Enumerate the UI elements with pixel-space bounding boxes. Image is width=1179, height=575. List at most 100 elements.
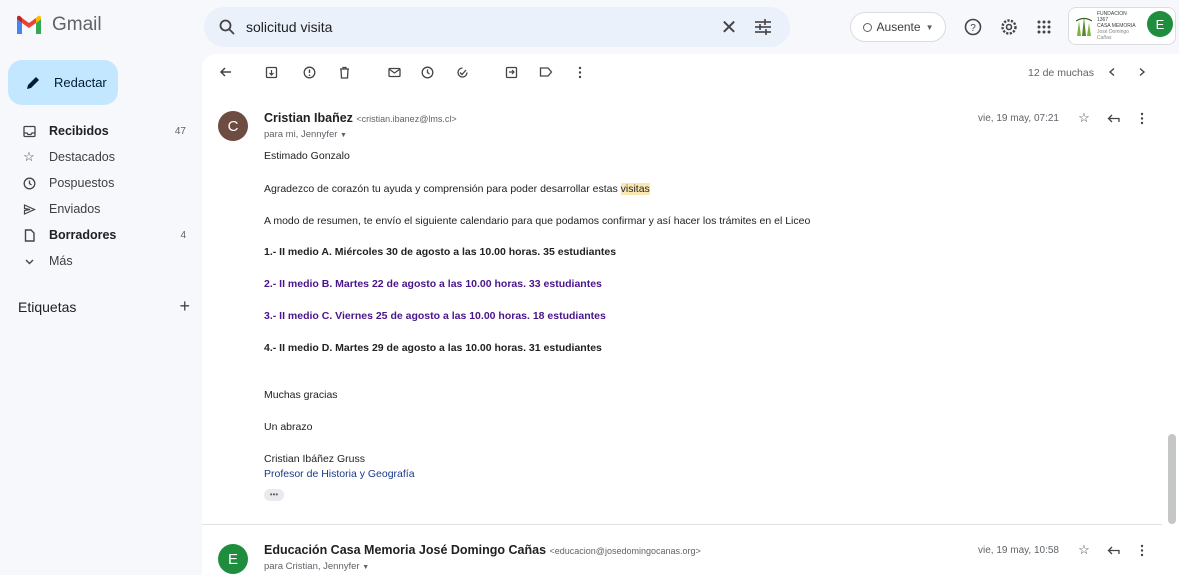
labels-section: Etiquetas + (18, 296, 190, 317)
draft-count: 4 (180, 229, 186, 241)
show-trimmed-content-button[interactable]: ••• (264, 489, 284, 501)
clear-search-icon[interactable]: ✕ (718, 16, 740, 39)
signature-title: Profesor de Historia y Geografía (264, 468, 415, 480)
sidebar-item-label: Enviados (49, 202, 101, 216)
sidebar-item-label: Destacados (49, 150, 116, 164)
more-vertical-icon[interactable] (1134, 110, 1150, 126)
recipients-text: para mi, Jennyfer (264, 129, 338, 140)
inbox-icon (22, 124, 36, 138)
star-icon[interactable]: ☆ (1076, 110, 1092, 126)
move-to-icon[interactable] (503, 64, 519, 80)
search-bar[interactable]: solicitud visita ✕ (204, 7, 790, 47)
pencil-icon (27, 76, 39, 89)
star-icon[interactable]: ☆ (1076, 542, 1092, 558)
send-icon (22, 202, 36, 216)
schedule-item-4: 4.- II medio D. Martes 29 de agosto a la… (264, 342, 602, 354)
draft-icon (22, 228, 36, 242)
caret-down-icon: ▼ (362, 564, 370, 571)
scrollbar-thumb[interactable] (1168, 434, 1176, 524)
message-counter: 12 de muchas (1028, 67, 1094, 79)
organization-logo (1075, 17, 1093, 36)
schedule-item-3: 3.- II medio C. Viernes 25 de agosto a l… (264, 310, 606, 322)
organization-name: FUNDACION 1367 CASA MEMORIA José Domingo… (1097, 11, 1137, 41)
caret-down-icon: ▼ (340, 132, 347, 139)
search-icon[interactable] (218, 18, 236, 36)
add-label-icon[interactable]: + (179, 296, 190, 317)
unread-count: 47 (174, 125, 186, 137)
reply-icon[interactable] (1105, 110, 1121, 126)
sidebar-item-label: Borradores (49, 228, 117, 242)
recipients-line[interactable]: para Cristian, Jennyfer ▼ (264, 561, 369, 572)
delete-icon[interactable] (336, 64, 352, 80)
compose-button[interactable]: Redactar (8, 60, 118, 105)
label-tag-icon[interactable] (538, 64, 554, 80)
sender-avatar[interactable]: C (218, 111, 248, 141)
sender-line: Educación Casa Memoria José Domingo Caña… (264, 543, 701, 557)
sidebar-item-more[interactable]: Más (0, 248, 196, 274)
greeting-text: Estimado Gonzalo (264, 150, 350, 162)
app-name: Gmail (52, 14, 102, 35)
search-options-icon[interactable] (752, 16, 774, 38)
sidebar-item-sent[interactable]: Enviados (0, 196, 196, 222)
recipients-text: para Cristian, Jennyfer (264, 561, 360, 572)
signature-name: Cristian Ibáñez Gruss (264, 453, 365, 465)
org-line-3: José Domingo Cañas (1097, 29, 1129, 41)
search-input[interactable]: solicitud visita (246, 19, 718, 35)
status-circle-icon (862, 22, 872, 32)
report-spam-icon[interactable] (301, 64, 317, 80)
closing-text: Un abrazo (264, 421, 313, 433)
star-icon: ☆ (23, 149, 35, 164)
sidebar-item-inbox[interactable]: Recibidos 47 (0, 118, 196, 144)
apps-grid-icon[interactable] (1033, 16, 1055, 38)
settings-gear-icon[interactable] (998, 16, 1020, 38)
sender-email: <cristian.ibanez@lms.cl> (356, 114, 457, 124)
account-avatar[interactable]: E (1147, 11, 1173, 37)
message-toolbar: 12 de muchas (202, 54, 1179, 92)
sidebar-item-starred[interactable]: ☆ Destacados (0, 144, 196, 170)
back-arrow-icon[interactable] (218, 64, 234, 80)
sidebar-item-snoozed[interactable]: Pospuestos (0, 170, 196, 196)
gmail-logo[interactable]: Gmail (16, 14, 102, 36)
clock-icon (22, 176, 36, 190)
gmail-app: Gmail solicitud visita ✕ Ausente ▼ ? FUN… (0, 0, 1179, 575)
recipients-line[interactable]: para mi, Jennyfer ▼ (264, 129, 347, 140)
newer-chevron-left-icon[interactable] (1104, 64, 1120, 80)
org-line-1: FUNDACION 1367 (1097, 11, 1127, 23)
sidebar-nav: Recibidos 47 ☆ Destacados Pospuestos Env… (0, 118, 196, 274)
svg-text:?: ? (970, 23, 976, 34)
search-highlight: visitas (620, 183, 650, 195)
status-selector[interactable]: Ausente ▼ (850, 12, 946, 42)
help-icon[interactable]: ? (962, 16, 984, 38)
labels-title: Etiquetas (18, 298, 77, 315)
chevron-down-icon (22, 254, 36, 268)
sender-name[interactable]: Cristian Ibañez (264, 111, 353, 125)
thanks-text: Muchas gracias (264, 389, 338, 401)
message-date: vie, 19 may, 07:21 (978, 113, 1059, 124)
reading-pane: 12 de muchas C Cristian Ibañez <cristian… (202, 54, 1179, 575)
paragraph-1: Agradezco de corazón tu ayuda y comprens… (264, 183, 650, 195)
paragraph-2: A modo de resumen, te envío el siguiente… (264, 215, 811, 227)
gmail-m-icon (17, 15, 41, 34)
schedule-item-2: 2.- II medio B. Martes 22 de agosto a la… (264, 278, 602, 290)
paragraph-1-text: Agradezco de corazón tu ayuda y comprens… (264, 183, 621, 195)
sender-line: Cristian Ibañez <cristian.ibanez@lms.cl> (264, 111, 457, 125)
sidebar-item-label: Más (49, 254, 73, 268)
reply-icon[interactable] (1105, 542, 1121, 558)
sidebar-item-label: Recibidos (49, 124, 109, 138)
message-date: vie, 19 may, 10:58 (978, 545, 1059, 556)
mark-unread-icon[interactable] (386, 64, 402, 80)
status-label: Ausente (876, 20, 921, 34)
sender-avatar[interactable]: E (218, 544, 248, 574)
top-bar: Gmail solicitud visita ✕ Ausente ▼ ? FUN… (0, 0, 1179, 56)
sidebar-item-drafts[interactable]: Borradores 4 (0, 222, 196, 248)
chevron-down-icon: ▼ (925, 22, 934, 32)
snooze-clock-icon[interactable] (419, 64, 435, 80)
more-vertical-icon[interactable] (1134, 542, 1150, 558)
compose-label: Redactar (54, 75, 107, 90)
add-task-icon[interactable] (454, 64, 470, 80)
sidebar-item-label: Pospuestos (49, 176, 115, 190)
more-vertical-icon[interactable] (572, 64, 588, 80)
older-chevron-right-icon[interactable] (1134, 64, 1150, 80)
archive-icon[interactable] (263, 64, 279, 80)
sender-name[interactable]: Educación Casa Memoria José Domingo Caña… (264, 543, 546, 557)
